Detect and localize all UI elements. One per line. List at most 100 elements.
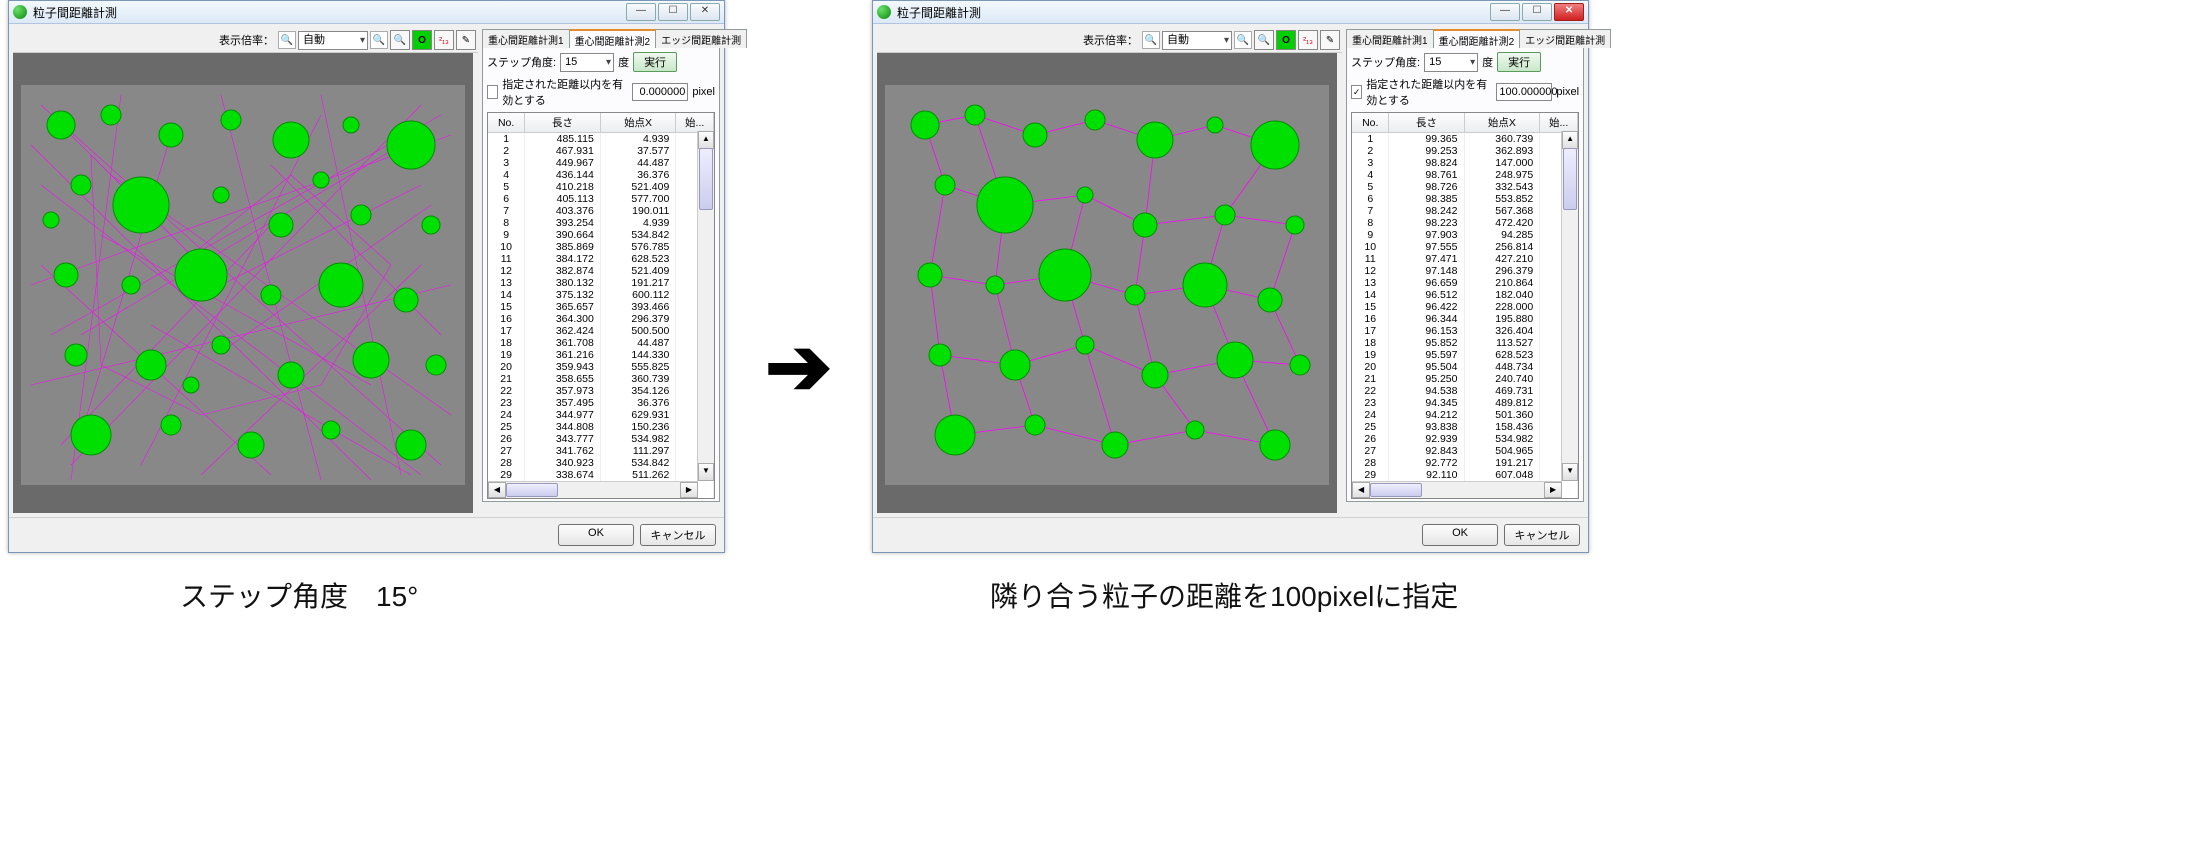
zoom-select[interactable]: 自動	[298, 31, 368, 50]
table-row[interactable]: 2095.504448.734	[1352, 361, 1578, 373]
minimize-button[interactable]: —	[1490, 3, 1520, 21]
table-row[interactable]: 4436.14436.376	[488, 169, 714, 181]
maximize-button[interactable]: ☐	[658, 3, 688, 21]
table-row[interactable]: 21358.655360.739	[488, 373, 714, 385]
execute-button[interactable]: 実行	[633, 52, 677, 72]
table-row[interactable]: 12382.874521.409	[488, 265, 714, 277]
vertical-scrollbar[interactable]: ▲ ▼	[697, 131, 714, 481]
image-viewport[interactable]	[877, 53, 1337, 513]
table-row[interactable]: 1485.1154.939	[488, 133, 714, 146]
tab-centroid-2[interactable]: 重心間距離計測2	[569, 29, 657, 48]
table-row[interactable]: 18361.70844.487	[488, 337, 714, 349]
zoom-out-icon[interactable]: 🔍	[1142, 31, 1160, 49]
label-toggle-button[interactable]: ²₁₃	[1298, 30, 1318, 50]
table-row[interactable]: 2394.345489.812	[1352, 397, 1578, 409]
table-row[interactable]: 9390.664534.842	[488, 229, 714, 241]
tab-centroid-1[interactable]: 重心間距離計測1	[1346, 29, 1434, 48]
table-row[interactable]: 6405.113577.700	[488, 193, 714, 205]
zoom-out-icon[interactable]: 🔍	[278, 31, 296, 49]
table-row[interactable]: 2494.212501.360	[1352, 409, 1578, 421]
step-angle-select[interactable]: 15	[1424, 53, 1478, 72]
magnify-tool[interactable]: 🔍	[390, 30, 410, 50]
cancel-button[interactable]: キャンセル	[640, 524, 716, 546]
close-button[interactable]: ✕	[690, 3, 720, 21]
tab-edge[interactable]: エッジ間距離計測	[1519, 29, 1611, 48]
distance-value-field[interactable]: 100.000000	[1496, 83, 1552, 101]
particle-view-button[interactable]: O	[412, 30, 432, 50]
edit-tool[interactable]: ✎	[1320, 30, 1340, 50]
table-row[interactable]: 997.90394.285	[1352, 229, 1578, 241]
table-row[interactable]: 11384.172628.523	[488, 253, 714, 265]
minimize-button[interactable]: —	[626, 3, 656, 21]
table-row[interactable]: 2892.772191.217	[1352, 457, 1578, 469]
table-row[interactable]: 698.385553.852	[1352, 193, 1578, 205]
table-row[interactable]: 8393.2544.939	[488, 217, 714, 229]
table-row[interactable]: 2792.843504.965	[1352, 445, 1578, 457]
table-row[interactable]: 15365.657393.466	[488, 301, 714, 313]
table-row[interactable]: 2692.939534.982	[1352, 433, 1578, 445]
enable-distance-checkbox[interactable]	[487, 85, 498, 99]
table-row[interactable]: 2992.110607.048	[1352, 469, 1578, 481]
table-row[interactable]: 20359.943555.825	[488, 361, 714, 373]
table-row[interactable]: 10385.869576.785	[488, 241, 714, 253]
tab-centroid-1[interactable]: 重心間距離計測1	[482, 29, 570, 48]
table-row[interactable]: 7403.376190.011	[488, 205, 714, 217]
table-row[interactable]: 1895.852113.527	[1352, 337, 1578, 349]
table-row[interactable]: 498.761248.975	[1352, 169, 1578, 181]
col-no[interactable]: No.	[488, 113, 525, 133]
table-row[interactable]: 1297.148296.379	[1352, 265, 1578, 277]
col-startx[interactable]: 始点X	[1464, 113, 1540, 133]
enable-distance-checkbox[interactable]: ✓	[1351, 85, 1362, 99]
titlebar[interactable]: 粒子間距離計測 — ☐ ✕	[873, 1, 1588, 24]
zoom-select[interactable]: 自動	[1162, 31, 1232, 50]
zoom-in-icon[interactable]: 🔍	[370, 31, 388, 49]
table-row[interactable]: 3449.96744.487	[488, 157, 714, 169]
table-row[interactable]: 199.365360.739	[1352, 133, 1578, 146]
table-row[interactable]: 26343.777534.982	[488, 433, 714, 445]
table-row[interactable]: 25344.808150.236	[488, 421, 714, 433]
table-row[interactable]: 1197.471427.210	[1352, 253, 1578, 265]
horizontal-scrollbar[interactable]: ◀ ▶	[1352, 481, 1562, 498]
table-row[interactable]: 598.726332.543	[1352, 181, 1578, 193]
table-row[interactable]: 2294.538469.731	[1352, 385, 1578, 397]
tab-edge[interactable]: エッジ間距離計測	[655, 29, 747, 48]
close-button[interactable]: ✕	[1554, 3, 1584, 21]
table-row[interactable]: 398.824147.000	[1352, 157, 1578, 169]
table-row[interactable]: 5410.218521.409	[488, 181, 714, 193]
table-row[interactable]: 1396.659210.864	[1352, 277, 1578, 289]
table-row[interactable]: 24344.977629.931	[488, 409, 714, 421]
table-row[interactable]: 898.223472.420	[1352, 217, 1578, 229]
table-row[interactable]: 1596.422228.000	[1352, 301, 1578, 313]
table-row[interactable]: 2195.250240.740	[1352, 373, 1578, 385]
table-row[interactable]: 16364.300296.379	[488, 313, 714, 325]
col-no[interactable]: No.	[1352, 113, 1389, 133]
table-row[interactable]: 1496.512182.040	[1352, 289, 1578, 301]
table-row[interactable]: 14375.132600.112	[488, 289, 714, 301]
image-viewport[interactable]	[13, 53, 473, 513]
col-startx[interactable]: 始点X	[600, 113, 676, 133]
execute-button[interactable]: 実行	[1497, 52, 1541, 72]
zoom-in-icon[interactable]: 🔍	[1234, 31, 1252, 49]
tab-centroid-2[interactable]: 重心間距離計測2	[1433, 29, 1521, 48]
ok-button[interactable]: OK	[558, 524, 634, 546]
table-row[interactable]: 28340.923534.842	[488, 457, 714, 469]
vertical-scrollbar[interactable]: ▲ ▼	[1561, 131, 1578, 481]
table-row[interactable]: 1796.153326.404	[1352, 325, 1578, 337]
maximize-button[interactable]: ☐	[1522, 3, 1552, 21]
col-length[interactable]: 長さ	[525, 113, 601, 133]
edit-tool[interactable]: ✎	[456, 30, 476, 50]
table-row[interactable]: 2467.93137.577	[488, 145, 714, 157]
col-start[interactable]: 始...	[1540, 113, 1578, 133]
table-row[interactable]: 798.242567.368	[1352, 205, 1578, 217]
table-row[interactable]: 1995.597628.523	[1352, 349, 1578, 361]
table-row[interactable]: 299.253362.893	[1352, 145, 1578, 157]
particle-view-button[interactable]: O	[1276, 30, 1296, 50]
ok-button[interactable]: OK	[1422, 524, 1498, 546]
table-row[interactable]: 19361.216144.330	[488, 349, 714, 361]
label-toggle-button[interactable]: ²₁₃	[434, 30, 454, 50]
cancel-button[interactable]: キャンセル	[1504, 524, 1580, 546]
horizontal-scrollbar[interactable]: ◀ ▶	[488, 481, 698, 498]
table-row[interactable]: 13380.132191.217	[488, 277, 714, 289]
col-start[interactable]: 始...	[676, 113, 714, 133]
col-length[interactable]: 長さ	[1389, 113, 1464, 133]
